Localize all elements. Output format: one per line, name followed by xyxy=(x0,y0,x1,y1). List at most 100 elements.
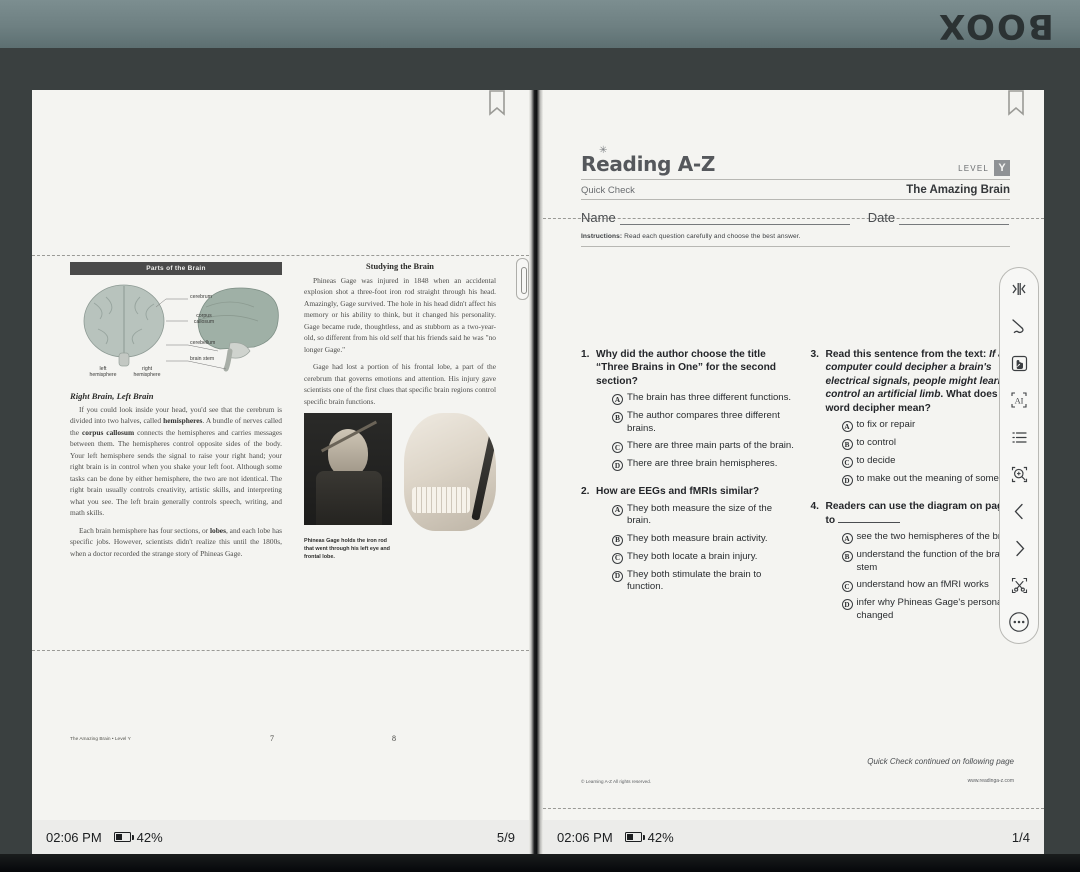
split-view-icon[interactable] xyxy=(1005,275,1033,303)
choice-bubble[interactable]: B xyxy=(841,551,853,563)
section-heading-right-brain-left-brain: Right Brain, Left Brain xyxy=(70,391,154,401)
right-battery-indicator: 42% xyxy=(624,830,674,845)
right-page-surface[interactable]: ✳ Reading A-Z LEVEL Y Quick Check The Am… xyxy=(543,90,1044,854)
choice-option[interactable]: B to control xyxy=(841,437,1025,451)
choice-bubble[interactable]: A xyxy=(612,504,623,516)
choice-text: There are three brain hemispheres. xyxy=(627,458,778,470)
left-statusbar: 02:06 PM 42% 5/9 xyxy=(32,820,529,854)
question-1: 1. Why did the author choose the title “… xyxy=(581,348,795,476)
choice-bubble[interactable]: B xyxy=(612,412,623,424)
choice-bubble[interactable]: B xyxy=(612,534,623,546)
name-date-row: Name Date xyxy=(581,210,1010,225)
choice-bubble[interactable]: B xyxy=(841,439,853,451)
left-clock: 02:06 PM xyxy=(46,829,102,845)
toc-list-icon[interactable] xyxy=(1005,423,1033,451)
photo-caption: Phineas Gage holds the iron rod that wen… xyxy=(304,538,390,560)
choice-option[interactable]: D There are three brain hemispheres. xyxy=(612,458,795,472)
left-battery-indicator: 42% xyxy=(113,829,163,845)
ai-assistant-icon[interactable]: AI xyxy=(1005,386,1033,414)
choice-bubble[interactable]: D xyxy=(841,475,853,487)
pen-annotate-icon[interactable] xyxy=(1005,312,1033,340)
skull-rod-graphic xyxy=(471,417,496,521)
crop-scissors-icon[interactable] xyxy=(1005,571,1033,599)
choice-bubble[interactable]: A xyxy=(841,421,853,433)
worksheet-subtitle: Quick Check xyxy=(581,185,635,196)
right-page-indicator[interactable]: 1/4 xyxy=(1012,830,1030,845)
left-battery-percent: 42% xyxy=(136,829,163,845)
level-indicator: LEVEL Y xyxy=(958,160,1010,176)
choice-option[interactable]: D infer why Phineas Gage's personality c… xyxy=(841,597,1025,622)
choice-option[interactable]: A see the two hemispheres of the brain xyxy=(841,531,1025,545)
toolbar-expand-handle[interactable] xyxy=(516,258,529,300)
gage-portrait-photo xyxy=(304,413,392,526)
choice-bubble[interactable]: D xyxy=(612,570,623,582)
question-column-right: 3. Read this sentence from the text: If … xyxy=(811,348,1025,636)
choice-bubble[interactable]: D xyxy=(612,460,623,472)
choice-bubble[interactable]: C xyxy=(841,457,853,469)
brain-diagram-figure: cerebrum corpus callosum cerebellum brai… xyxy=(70,277,282,385)
label-brain-stem: brain stem xyxy=(190,356,215,362)
device-frame: BOOX Parts of the Brain cerebrum corpus … xyxy=(0,0,1080,872)
choice-option[interactable]: C There are three main parts of the brai… xyxy=(612,440,795,454)
zoom-in-icon[interactable] xyxy=(1005,460,1033,488)
choice-bubble[interactable]: C xyxy=(841,581,853,593)
choice-text: to fix or repair xyxy=(856,419,916,431)
subheader-rule xyxy=(581,199,1010,200)
question-4: 4. Readers can use the diagram on page 9… xyxy=(811,500,1025,627)
choice-text: see the two hemispheres of the brain xyxy=(856,531,1014,543)
choice-option[interactable]: C to decide xyxy=(841,455,1025,469)
battery-cap-icon xyxy=(131,834,134,840)
diagram-title-banner: Parts of the Brain xyxy=(70,262,282,275)
worksheet-header: ✳ Reading A-Z LEVEL Y Quick Check The Am… xyxy=(581,145,1010,247)
question-number: 4. xyxy=(810,501,820,513)
choice-option[interactable]: A The brain has three different function… xyxy=(612,392,795,406)
choice-text: They both measure brain activity. xyxy=(627,532,768,544)
choice-option[interactable]: A to fix or repair xyxy=(841,419,1025,433)
book-column-left: Parts of the Brain cerebrum corpus callo… xyxy=(70,262,282,565)
left-page-indicator[interactable]: 5/9 xyxy=(497,830,515,845)
choice-bubble[interactable]: C xyxy=(612,442,623,454)
choice-text: The brain has three different functions. xyxy=(627,392,792,404)
level-label: LEVEL xyxy=(958,163,989,173)
previous-page-icon[interactable] xyxy=(1005,497,1033,525)
worksheet-copyright: © Learning A-Z All rights reserved. xyxy=(581,779,652,784)
choice-bubble[interactable]: A xyxy=(612,394,623,406)
left-page-panel[interactable]: Parts of the Brain cerebrum corpus callo… xyxy=(32,90,529,854)
floating-toolbar[interactable]: AI xyxy=(999,267,1039,644)
device-bottom-bezel xyxy=(0,854,1080,872)
book-paragraph: Each brain hemisphere has four sections,… xyxy=(70,525,282,558)
worksheet-url: www.readinga-z.com xyxy=(967,778,1014,784)
level-badge: Y xyxy=(994,160,1010,176)
choice-text: There are three main parts of the brain. xyxy=(627,440,794,452)
choice-option[interactable]: B They both measure brain activity. xyxy=(612,533,795,546)
choice-text: understand how an fMRI works xyxy=(856,579,989,591)
name-input-line[interactable] xyxy=(619,211,850,225)
choice-option[interactable]: C They both locate a brain injury. xyxy=(612,551,795,564)
next-page-icon[interactable] xyxy=(1005,534,1033,562)
choice-option[interactable]: C understand how an fMRI works xyxy=(841,579,1025,593)
question-2: 2. How are EEGs and fMRIs similar? A The… xyxy=(581,485,795,598)
section-heading-studying-the-brain: Studying the Brain xyxy=(366,262,434,271)
choice-option[interactable]: B The author compares three different br… xyxy=(612,410,795,435)
right-page-panel[interactable]: ✳ Reading A-Z LEVEL Y Quick Check The Am… xyxy=(543,90,1044,854)
choice-text: to decide xyxy=(856,455,896,467)
date-input-line[interactable] xyxy=(899,211,1010,225)
bookmark-icon[interactable] xyxy=(487,90,507,120)
choice-option[interactable]: A They both measure the size of the brai… xyxy=(612,503,795,528)
name-label: Name xyxy=(581,210,616,225)
choice-option[interactable]: D to make out the meaning of something xyxy=(841,473,1025,487)
question-number: 1. xyxy=(581,349,590,360)
worksheet-instructions: Instructions: Read each question careful… xyxy=(581,233,801,240)
choice-bubble[interactable]: C xyxy=(612,552,623,564)
choice-option[interactable]: D They both stimulate the brain to funct… xyxy=(612,569,795,594)
left-page-surface[interactable]: Parts of the Brain cerebrum corpus callo… xyxy=(32,90,529,854)
choice-text: They both measure the size of the brain. xyxy=(627,502,773,527)
book-column-right: Studying the Brain Phineas Gage was inju… xyxy=(304,262,496,562)
question-text: Readers can use the diagram on page 9 to xyxy=(825,501,1018,526)
choice-bubble[interactable]: A xyxy=(841,533,853,545)
choice-text: to control xyxy=(856,437,896,449)
choice-option[interactable]: B understand the function of the brain s… xyxy=(841,549,1025,574)
choice-bubble[interactable]: D xyxy=(841,599,853,611)
more-options-icon[interactable] xyxy=(1005,608,1033,636)
hand-touch-icon[interactable] xyxy=(1005,349,1033,377)
